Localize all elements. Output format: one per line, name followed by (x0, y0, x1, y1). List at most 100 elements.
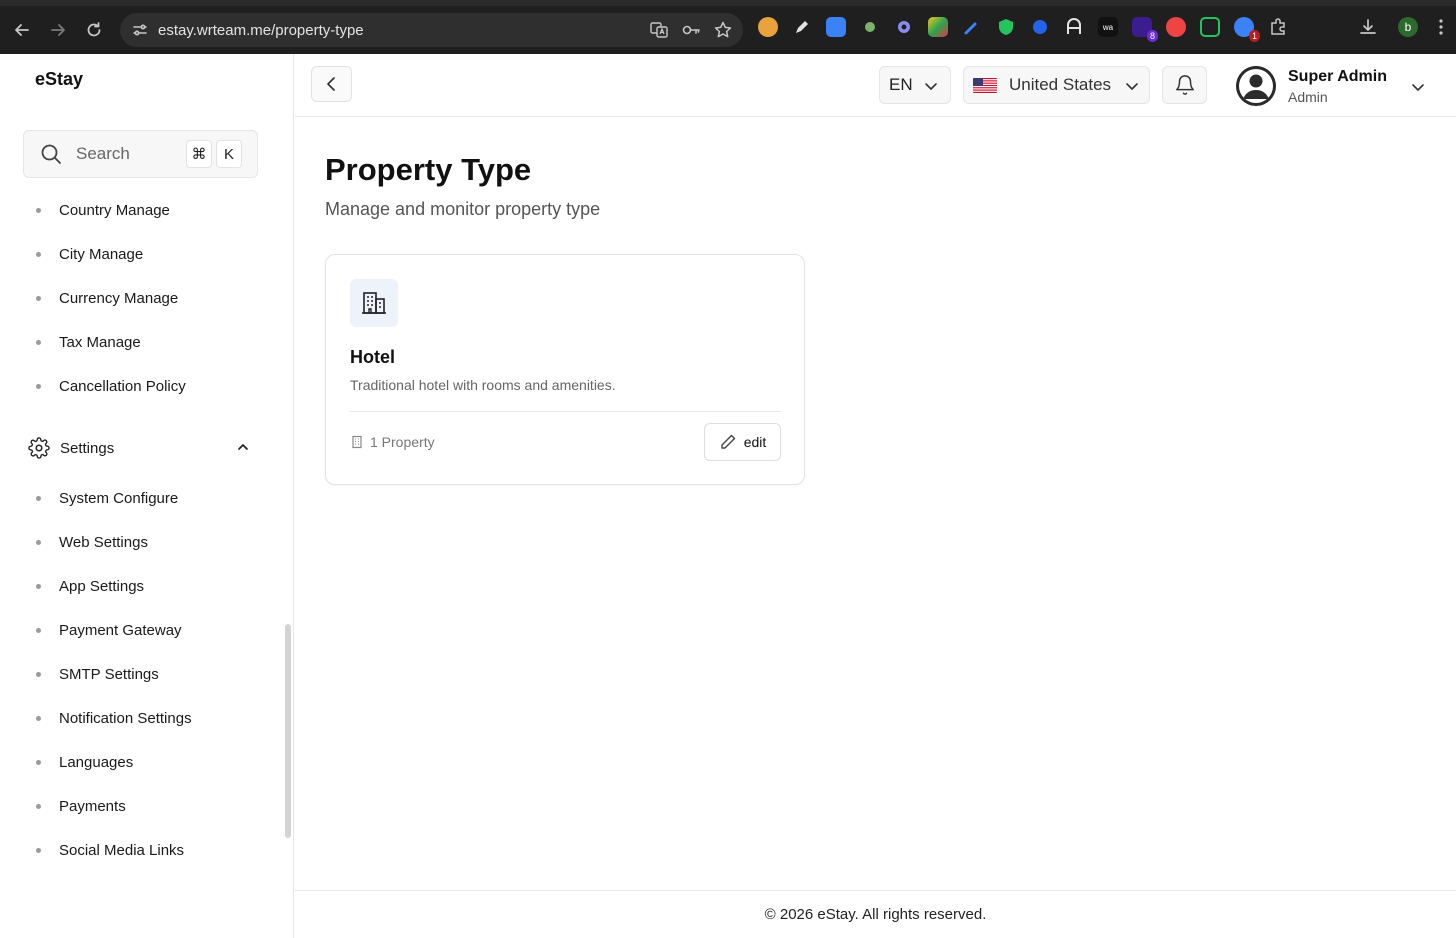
extension-arch-icon[interactable] (1064, 17, 1084, 37)
translate-icon[interactable] (649, 20, 669, 40)
bullet-dot (36, 295, 41, 301)
user-role: Admin (1288, 88, 1328, 105)
extension-spider-icon[interactable] (860, 17, 880, 37)
sidebar-item-label: Payments (59, 797, 126, 815)
sidebar-item-cancellation-policy[interactable]: Cancellation Policy (0, 364, 294, 408)
bullet-dot (36, 339, 41, 345)
chevron-up-icon[interactable] (236, 440, 250, 454)
extension-badge-icon[interactable]: 8 (1132, 17, 1158, 42)
footer: © 2026 eStay. All rights reserved. (295, 890, 1456, 938)
chevron-down-icon (1126, 83, 1138, 90)
sidebar-search[interactable]: Search ⌘ K (23, 130, 258, 178)
sidebar-item-social-media-links[interactable]: Social Media Links (0, 828, 294, 872)
extension-globe-icon[interactable]: 1 (1234, 17, 1260, 42)
sidebar-item-smtp-settings[interactable]: SMTP Settings (0, 652, 294, 696)
browser-chrome: estay.wrteam.me/property-type wa 8 1 b (0, 0, 1456, 54)
shortcut-mod-key: ⌘ (186, 140, 212, 168)
sidebar-item-country-manage[interactable]: Country Manage (0, 188, 294, 232)
extension-wa-icon[interactable]: wa (1098, 17, 1118, 37)
extension-green-shield-icon[interactable] (1200, 17, 1220, 37)
sidebar-item-label: Payment Gateway (59, 621, 182, 639)
sidebar-group-settings[interactable]: Settings (0, 420, 294, 476)
topbar: EN United States Super Admin Admin (295, 54, 1456, 117)
sidebar-item-city-manage[interactable]: City Manage (0, 232, 294, 276)
sidebar-item-tax-manage[interactable]: Tax Manage (0, 320, 294, 364)
sidebar-item-currency-manage[interactable]: Currency Manage (0, 276, 294, 320)
sidebar-item-payment-gateway[interactable]: Payment Gateway (0, 608, 294, 652)
sidebar-item-app-settings[interactable]: App Settings (0, 564, 294, 608)
back-button[interactable] (311, 66, 352, 102)
extensions-row: wa 8 1 (758, 17, 1288, 42)
sidebar-item-web-settings[interactable]: Web Settings (0, 520, 294, 564)
sidebar-item-languages[interactable]: Languages (0, 740, 294, 784)
edit-button[interactable]: edit (704, 423, 781, 461)
sidebar-item-payments[interactable]: Payments (0, 784, 294, 828)
profile-avatar[interactable]: b (1398, 17, 1418, 37)
bullet-dot (36, 671, 41, 677)
password-key-icon[interactable] (681, 20, 701, 40)
sidebar-item-system-configure[interactable]: System Configure (0, 476, 294, 520)
browser-forward-button[interactable] (46, 18, 70, 42)
extension-badge-count: 8 (1146, 30, 1158, 42)
sidebar-item-label: City Manage (59, 245, 144, 263)
chevron-down-icon (1412, 84, 1424, 91)
user-info: Super Admin Admin (1288, 68, 1387, 105)
property-type-card: Hotel Traditional hotel with rooms and a… (325, 254, 805, 485)
sidebar-item-label: Notification Settings (59, 709, 192, 727)
sidebar-nav: Country Manage City Manage Currency Mana… (0, 188, 294, 872)
download-icon[interactable] (1358, 17, 1378, 37)
bullet-dot (36, 495, 41, 501)
sidebar-item-label: Cancellation Policy (59, 377, 186, 395)
extension-photos-icon[interactable] (928, 17, 948, 37)
address-bar[interactable]: estay.wrteam.me/property-type (120, 13, 743, 47)
browser-right-controls: b (1358, 17, 1444, 37)
sidebar-item-notification-settings[interactable]: Notification Settings (0, 696, 294, 740)
bullet-dot (36, 847, 41, 853)
bullet-dot (36, 715, 41, 721)
shortcut-k-key: K (216, 140, 242, 168)
browser-reload-button[interactable] (82, 18, 106, 42)
bookmark-star-icon[interactable] (713, 20, 733, 40)
sidebar-scrollbar[interactable] (285, 624, 291, 838)
sidebar-item-label: Country Manage (59, 201, 170, 219)
language-value: EN (889, 75, 913, 94)
extension-owl-icon[interactable] (758, 17, 778, 37)
footer-copyright: © 2026 eStay. All rights reserved. (764, 906, 987, 923)
card-description: Traditional hotel with rooms and ameniti… (350, 377, 616, 393)
bullet-dot (36, 803, 41, 809)
kebab-menu-icon[interactable] (1438, 18, 1444, 36)
pencil-icon (721, 434, 735, 449)
extension-red-circle-icon[interactable] (1166, 17, 1186, 37)
sidebar-item-label: App Settings (59, 577, 145, 595)
extensions-puzzle-icon[interactable] (1268, 17, 1288, 37)
notifications-button[interactable] (1162, 66, 1207, 104)
bullet-dot (36, 383, 41, 389)
sidebar: eStay Search ⌘ K Country Manage City Man… (0, 54, 294, 938)
gear-icon (28, 437, 50, 459)
sidebar-item-label: SMTP Settings (59, 665, 159, 683)
card-icon-container (350, 279, 398, 327)
extension-fi-icon[interactable] (826, 17, 846, 37)
user-menu[interactable]: Super Admin Admin (1236, 63, 1426, 109)
avatar (1236, 66, 1276, 106)
arrow-right-icon (51, 24, 65, 36)
site-settings-icon[interactable] (132, 22, 148, 38)
extension-dropper-icon[interactable] (962, 17, 982, 37)
bullet-dot (36, 207, 41, 213)
browser-back-button[interactable] (10, 18, 34, 42)
chevron-left-icon (326, 77, 335, 91)
sidebar-item-label: System Configure (59, 489, 179, 507)
brand-logo[interactable]: eStay (35, 69, 83, 90)
search-placeholder: Search (76, 144, 130, 163)
extension-pen-icon[interactable] (792, 17, 812, 37)
country-select[interactable]: United States (963, 66, 1150, 104)
language-select[interactable]: EN (879, 66, 951, 104)
extension-dash-icon[interactable] (1030, 17, 1050, 37)
address-url[interactable]: estay.wrteam.me/property-type (158, 22, 364, 39)
app-root: eStay Search ⌘ K Country Manage City Man… (0, 54, 1456, 938)
page-title: Property Type (325, 152, 532, 187)
extension-gear-icon[interactable] (894, 17, 914, 37)
sidebar-item-label: Tax Manage (59, 333, 141, 351)
extension-shield-icon[interactable] (996, 17, 1016, 37)
reload-icon (87, 22, 101, 37)
